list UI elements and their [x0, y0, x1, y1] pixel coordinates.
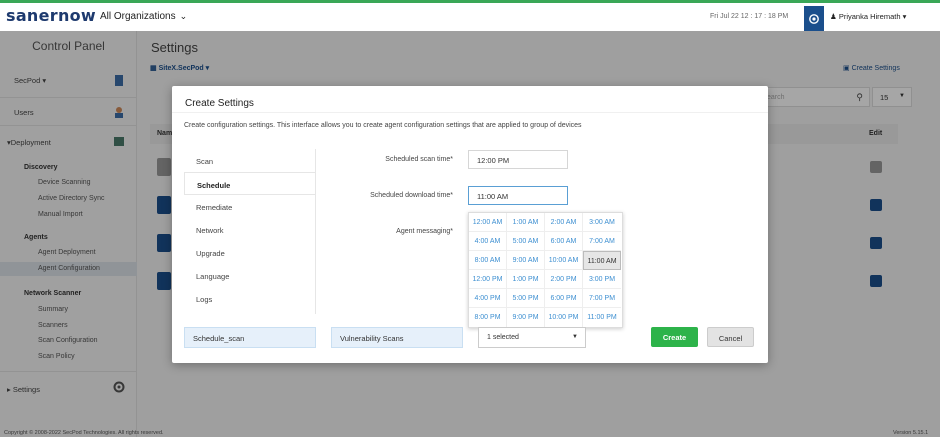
create-button[interactable]: Create: [651, 327, 698, 347]
time-option[interactable]: 4:00 AM: [469, 232, 507, 251]
top-bar: sanernow All Organizations ⌄ Fri Jul 22 1…: [0, 0, 940, 31]
time-option[interactable]: 10:00 PM: [545, 308, 583, 327]
setting-type-field[interactable]: Vulnerability Scans: [331, 327, 463, 348]
modal-title: Create Settings: [185, 98, 254, 109]
time-option[interactable]: 3:00 PM: [583, 270, 621, 289]
user-name: Priyanka Hiremath: [838, 12, 901, 21]
time-option[interactable]: 7:00 PM: [583, 289, 621, 308]
user-icon: ♟: [830, 12, 837, 21]
gear-icon: [809, 13, 819, 24]
agent-messaging-label: Agent messaging*: [396, 228, 453, 235]
time-option[interactable]: 10:00 AM: [545, 251, 583, 270]
time-option[interactable]: 6:00 AM: [545, 232, 583, 251]
time-option[interactable]: 9:00 PM: [507, 308, 545, 327]
download-time-input[interactable]: 11:00 AM: [468, 186, 568, 205]
tab-schedule[interactable]: Schedule: [184, 172, 316, 195]
org-selector-label: All Organizations: [100, 11, 176, 22]
time-option[interactable]: 2:00 PM: [545, 270, 583, 289]
cancel-button[interactable]: Cancel: [707, 327, 754, 347]
time-option-selected[interactable]: 11:00 AM: [583, 251, 621, 270]
tabs-divider: [315, 149, 316, 314]
time-option[interactable]: 12:00 AM: [469, 213, 507, 232]
setting-name-field[interactable]: Schedule_scan: [184, 327, 316, 348]
modal-description: Create configuration settings. This inte…: [184, 122, 582, 129]
time-picker-dropdown: 12:00 AM 1:00 AM 2:00 AM 3:00 AM 4:00 AM…: [468, 212, 623, 328]
tab-network[interactable]: Network: [184, 218, 316, 241]
tab-upgrade[interactable]: Upgrade: [184, 241, 316, 264]
tab-remediate[interactable]: Remediate: [184, 195, 316, 218]
time-option[interactable]: 11:00 PM: [583, 308, 621, 327]
scan-time-label: Scheduled scan time*: [385, 156, 453, 163]
tab-scan[interactable]: Scan: [184, 149, 316, 172]
user-menu[interactable]: ♟ Priyanka Hiremath ▾: [830, 12, 906, 21]
time-option[interactable]: 4:00 PM: [469, 289, 507, 308]
time-option[interactable]: 5:00 PM: [507, 289, 545, 308]
time-option[interactable]: 5:00 AM: [507, 232, 545, 251]
caret-down-icon: ▼: [572, 334, 578, 340]
org-selector[interactable]: All Organizations ⌄: [100, 11, 187, 22]
time-option[interactable]: 1:00 AM: [507, 213, 545, 232]
groups-select-value: 1 selected: [487, 334, 519, 341]
download-time-label: Scheduled download time*: [370, 192, 453, 199]
time-option[interactable]: 7:00 AM: [583, 232, 621, 251]
time-option[interactable]: 12:00 PM: [469, 270, 507, 289]
time-option[interactable]: 2:00 AM: [545, 213, 583, 232]
datetime: Fri Jul 22 12 : 17 : 18 PM: [710, 13, 789, 20]
scan-time-input[interactable]: 12:00 PM: [468, 150, 568, 169]
sanernow-logo[interactable]: sanernow: [6, 6, 96, 25]
time-option[interactable]: 8:00 AM: [469, 251, 507, 270]
time-option[interactable]: 6:00 PM: [545, 289, 583, 308]
tab-logs[interactable]: Logs: [184, 287, 316, 310]
time-option[interactable]: 8:00 PM: [469, 308, 507, 327]
chevron-down-icon: ▾: [902, 12, 907, 21]
time-option[interactable]: 9:00 AM: [507, 251, 545, 270]
chevron-down-icon: ⌄: [179, 11, 188, 21]
settings-gear-button[interactable]: [804, 6, 824, 31]
tab-language[interactable]: Language: [184, 264, 316, 287]
time-option[interactable]: 1:00 PM: [507, 270, 545, 289]
groups-select[interactable]: 1 selected ▼: [478, 327, 586, 348]
divider: [172, 112, 768, 113]
time-option[interactable]: 3:00 AM: [583, 213, 621, 232]
create-settings-modal: Create Settings Create configuration set…: [172, 86, 768, 363]
